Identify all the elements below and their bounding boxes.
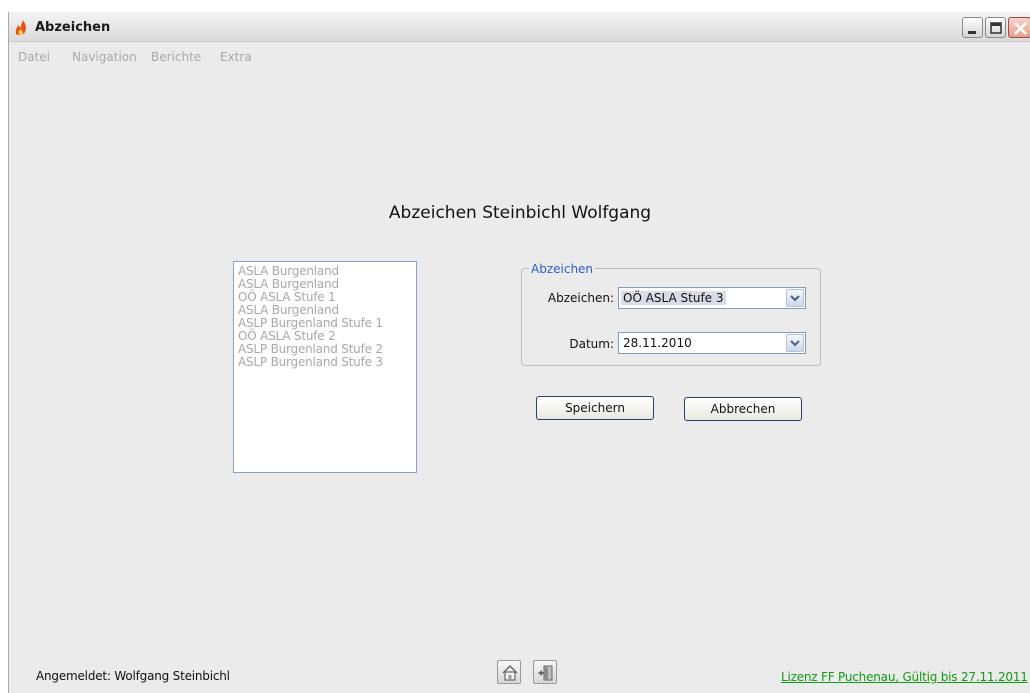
exit-button[interactable] (533, 660, 557, 684)
flame-icon (15, 20, 26, 35)
maximize-icon (990, 22, 1002, 34)
close-icon (1014, 22, 1027, 35)
home-button[interactable] (497, 660, 521, 684)
abzeichen-select-value: OÖ ASLA Stufe 3 (621, 291, 726, 305)
menu-berichte[interactable]: Berichte (151, 50, 201, 64)
window-title: Abzeichen (35, 20, 111, 35)
page-title: Abzeichen Steinbichl Wolfgang (388, 203, 652, 223)
abzeichen-groupbox: Abzeichen Abzeichen: OÖ ASLA Stufe 3 Dat… (521, 262, 821, 366)
abzeichen-select[interactable]: OÖ ASLA Stufe 3 (618, 287, 806, 309)
datum-field[interactable]: 28.11.2010 (618, 332, 806, 354)
minimize-button[interactable] (962, 17, 983, 38)
cancel-button[interactable]: Abbrechen (684, 397, 802, 421)
license-link[interactable]: Lizenz FF Puchenau, Gültig bis 27.11.201… (781, 670, 1028, 684)
exit-door-icon (538, 665, 553, 681)
badge-list[interactable]: ASLA Burgenland ASLA Burgenland OÖ ASLA … (233, 261, 417, 473)
minimize-icon (968, 31, 976, 34)
menu-navigation[interactable]: Navigation (72, 50, 137, 64)
save-button[interactable]: Speichern (536, 396, 654, 420)
menu-extra[interactable]: Extra (220, 50, 252, 64)
menu-datei[interactable]: Datei (18, 50, 50, 64)
datum-value: 28.11.2010 (623, 336, 692, 350)
logged-in-user: Angemeldet: Wolfgang Steinbichl (36, 669, 230, 683)
groupbox-legend: Abzeichen (529, 262, 596, 276)
chevron-down-icon (790, 340, 800, 347)
title-bar[interactable]: Abzeichen (9, 12, 1030, 42)
abzeichen-dropdown-button[interactable] (786, 289, 804, 307)
maximize-button[interactable] (985, 17, 1006, 38)
datum-dropdown-button[interactable] (786, 334, 804, 352)
app-window: Abzeichen Datei Navigation Berichte Extr… (8, 12, 1030, 693)
chevron-down-icon (790, 295, 800, 302)
close-button[interactable] (1008, 17, 1030, 38)
datum-label: Datum: (569, 337, 614, 351)
abzeichen-label: Abzeichen: (547, 291, 614, 305)
list-item[interactable]: ASLP Burgenland Stufe 3 (238, 356, 412, 369)
home-icon (502, 664, 518, 681)
